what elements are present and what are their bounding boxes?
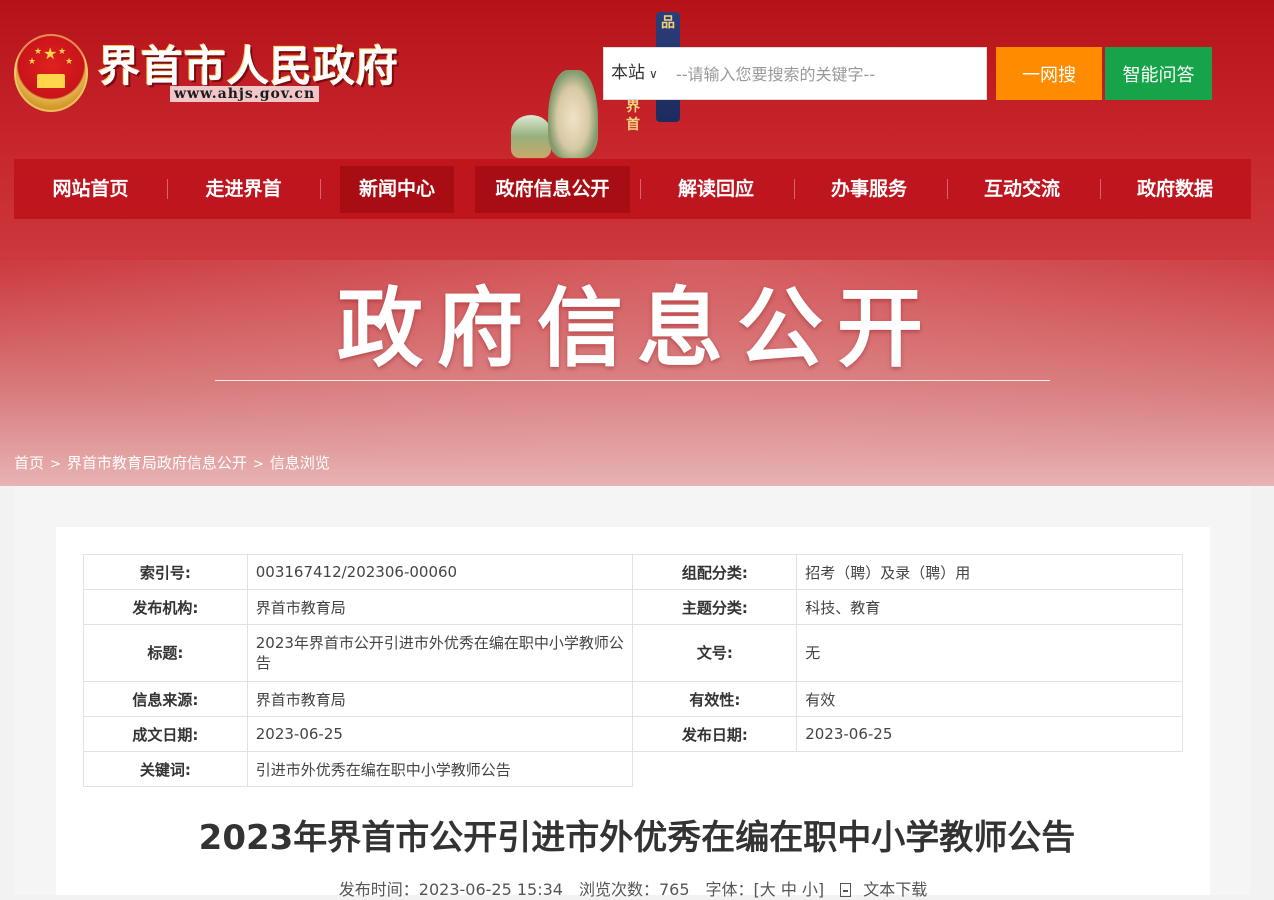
meta-category: 招考（聘）及录（聘）用 (796, 554, 1183, 590)
meta-label: 成文日期: (83, 716, 248, 752)
decoration-text: 界首 (626, 99, 640, 133)
search-box: 本站 ∨ (603, 47, 987, 100)
info-meta-table: 索引号: 003167412/202306-00060 组配分类: 招考（聘）及… (83, 554, 1183, 787)
nav-item-interpretation[interactable]: 解读回应 (648, 166, 784, 213)
national-emblem-logo: ★ ★ ★ ★ ★ (14, 34, 88, 112)
breadcrumb-home[interactable]: 首页 (14, 454, 44, 472)
meta-written-date: 2023-06-25 (246, 716, 634, 752)
chevron-down-icon: ∨ (649, 67, 658, 81)
meta-topic: 科技、教育 (796, 589, 1183, 625)
meta-label: 文号: (632, 624, 798, 682)
nav-item-gov-info[interactable]: 政府信息公开 (475, 165, 630, 213)
breadcrumb-current[interactable]: 信息浏览 (270, 454, 330, 472)
star-icon: ★ (28, 57, 37, 67)
publish-time: 发布时间：2023-06-25 15:34 (338, 880, 563, 899)
nav-item-about[interactable]: 走进界首 (187, 166, 300, 213)
nav-item-services[interactable]: 办事服务 (801, 166, 937, 213)
porcelain-bowl-decoration (511, 115, 551, 158)
main-nav: 网站首页 走进界首 新闻中心 政府信息公开 解读回应 办事服务 互动交流 政府数… (14, 159, 1251, 219)
meta-label: 信息来源: (83, 681, 248, 717)
meta-index-no: 003167412/202306-00060 (246, 554, 634, 590)
star-icon: ★ (58, 47, 67, 57)
meta-label: 标题: (83, 624, 248, 682)
title-divider (215, 380, 1050, 381)
hero-banner: ★ ★ ★ ★ ★ 界首市人民政府 www.ahjs.gov.cn 品 界首 本… (0, 0, 1274, 486)
text-download-link[interactable]: 文本下载 (840, 880, 935, 899)
page-title: 政府信息公开 (337, 279, 937, 379)
font-size-switcher[interactable]: 字体：[大 中 小] (706, 880, 825, 899)
breadcrumb: 首页 > 界首市教育局政府信息公开 > 信息浏览 (14, 454, 330, 472)
nav-item-home[interactable]: 网站首页 (34, 166, 147, 213)
meta-doc-no: 无 (796, 624, 1183, 682)
vase-decoration (548, 70, 598, 158)
meta-label: 索引号: (83, 554, 248, 590)
search-scope-select[interactable]: 本站 ∨ (604, 48, 658, 99)
nav-item-gov-data[interactable]: 政府数据 (1107, 166, 1243, 213)
meta-validity: 有效 (796, 681, 1183, 717)
meta-label: 发布日期: (632, 716, 798, 752)
article-meta-bar: 发布时间：2023-06-25 15:34 浏览次数：765 字体：[大 中 小] 文… (0, 876, 1274, 900)
site-name[interactable]: 界首市人民政府 (98, 33, 399, 94)
meta-label: 组配分类: (632, 554, 798, 590)
meta-label: 主题分类: (632, 589, 798, 625)
meta-label: 有效性: (632, 681, 798, 717)
nav-item-interaction[interactable]: 互动交流 (954, 166, 1090, 213)
search-button[interactable]: 一网搜 (996, 47, 1102, 100)
meta-title: 2023年界首市公开引进市外优秀在编在职中小学教师公告 (246, 624, 634, 682)
breadcrumb-edu-info[interactable]: 界首市教育局政府信息公开 (67, 454, 247, 472)
star-icon: ★ (43, 44, 58, 63)
article-title: 2023年界首市公开引进市外优秀在编在职中小学教师公告 (198, 818, 1076, 858)
site-url: www.ahjs.gov.cn (170, 86, 320, 102)
tiananmen-icon (37, 74, 65, 88)
ai-qa-button[interactable]: 智能问答 (1105, 47, 1212, 100)
meta-label: 发布机构: (83, 589, 248, 625)
search-input[interactable] (674, 56, 978, 93)
meta-publish-date: 2023-06-25 (796, 716, 1183, 752)
meta-keywords: 引进市外优秀在编在职中小学教师公告 (246, 751, 634, 787)
meta-source: 界首市教育局 (246, 681, 634, 717)
star-icon: ★ (65, 57, 74, 67)
star-icon: ★ (34, 47, 43, 57)
meta-label: 关键词: (83, 751, 248, 787)
nav-item-news[interactable]: 新闻中心 (340, 165, 454, 213)
meta-publisher: 界首市教育局 (246, 589, 634, 625)
view-count: 浏览次数：765 (578, 880, 690, 899)
